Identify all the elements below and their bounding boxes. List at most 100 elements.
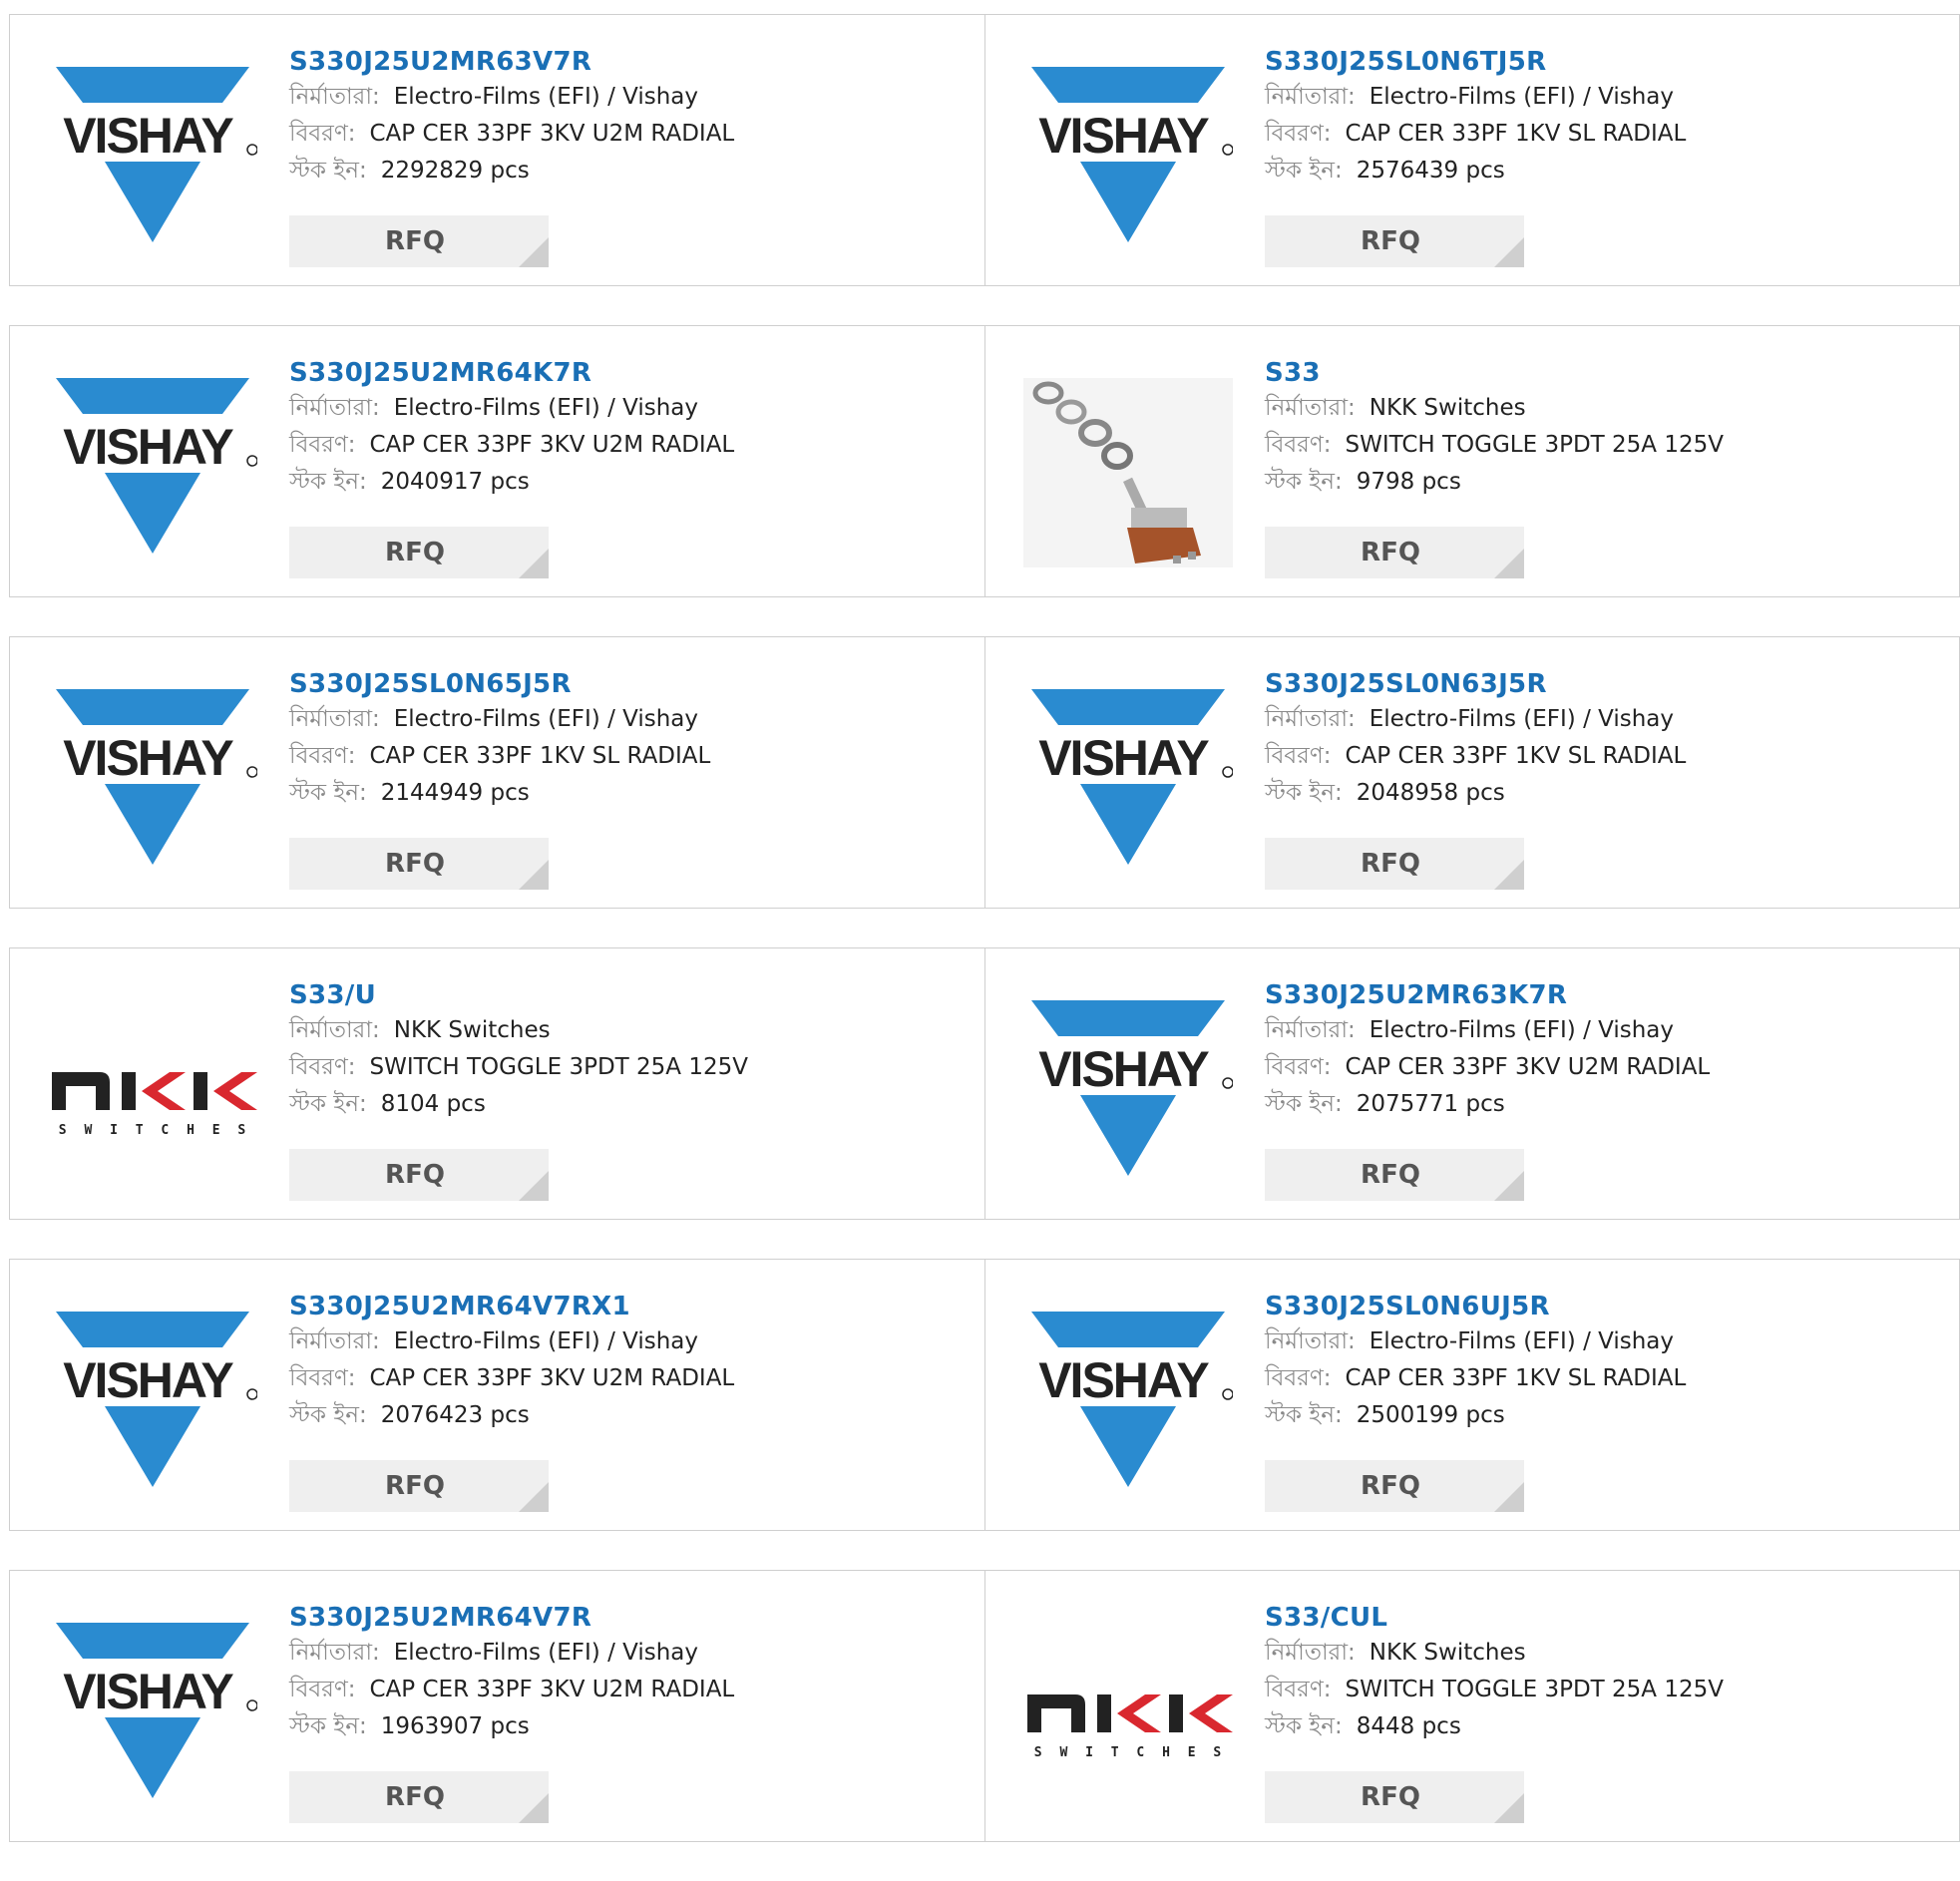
vishay-logo-icon: VISHAY	[56, 67, 257, 242]
manufacturer-value: NKK Switches	[1369, 1640, 1526, 1666]
toggle-switch-photo-icon	[1023, 378, 1233, 567]
product-card: S W I T C H E S S33/U নির্মাতারা: NKK Swi…	[9, 947, 985, 1220]
product-row: VISHAY S330J25U2MR64V7R নির্মাতারা: Elect…	[9, 1570, 1960, 1844]
manufacturer-value: Electro-Films (EFI) / Vishay	[393, 1328, 699, 1354]
part-number-link[interactable]: S330J25U2MR63K7R	[1265, 978, 1903, 1012]
description-row: বিবরণ: CAP CER 33PF 3KV U2M RADIAL	[289, 427, 928, 464]
description-value: CAP CER 33PF 1KV SL RADIAL	[1345, 1365, 1687, 1391]
rfq-button[interactable]: RFQ	[289, 215, 549, 267]
rfq-button[interactable]: RFQ	[289, 1460, 549, 1512]
manufacturer-value: Electro-Films (EFI) / Vishay	[393, 1640, 699, 1666]
product-info: S33/U নির্মাতারা: NKK Switches বিবরণ: SWIT…	[289, 978, 928, 1123]
nkk-logo-icon: S W I T C H E S	[52, 1072, 257, 1138]
part-number-link[interactable]: S330J25SL0N6TJ5R	[1265, 45, 1903, 79]
part-number-link[interactable]: S330J25U2MR64V7RX1	[289, 1290, 928, 1323]
stock-row: স্টক ইন: 2075771 pcs	[1265, 1086, 1903, 1123]
part-number-link[interactable]: S330J25SL0N63J5R	[1265, 667, 1903, 701]
product-info: S330J25U2MR64V7R নির্মাতারা: Electro-Film…	[289, 1601, 928, 1745]
part-number-link[interactable]: S330J25U2MR64V7R	[289, 1601, 928, 1635]
product-info: S330J25SL0N6UJ5R নির্মাতারা: Electro-Film…	[1265, 1290, 1903, 1434]
product-image-link[interactable]: VISHAY	[1023, 1000, 1233, 1190]
product-image-link[interactable]: VISHAY	[48, 67, 257, 256]
product-card: VISHAY S330J25U2MR64V7RX1 নির্মাতারা: Ele…	[9, 1259, 985, 1531]
description-value: CAP CER 33PF 1KV SL RADIAL	[1345, 121, 1687, 147]
description-label: বিবরণ:	[1265, 1677, 1332, 1702]
rfq-button[interactable]: RFQ	[1265, 527, 1524, 578]
svg-text:VISHAY: VISHAY	[63, 730, 233, 786]
rfq-corner-decoration	[519, 1171, 549, 1201]
rfq-corner-decoration	[519, 237, 549, 267]
manufacturer-value: Electro-Films (EFI) / Vishay	[393, 395, 699, 421]
manufacturer-value: NKK Switches	[393, 1017, 551, 1043]
product-image-link[interactable]: VISHAY	[48, 1312, 257, 1501]
rfq-button-label: RFQ	[385, 1471, 445, 1501]
rfq-button-label: RFQ	[1361, 1471, 1420, 1501]
stock-label: স্টক ইন:	[1265, 1402, 1343, 1428]
svg-text:VISHAY: VISHAY	[1038, 1352, 1209, 1408]
product-image-link[interactable]: VISHAY	[48, 689, 257, 879]
stock-label: স্টক ইন:	[1265, 1091, 1343, 1117]
rfq-button[interactable]: RFQ	[1265, 1771, 1524, 1823]
manufacturer-row: নির্মাতারা: Electro-Films (EFI) / Vishay	[1265, 79, 1903, 116]
stock-value: 2040917 pcs	[380, 469, 530, 495]
product-info: S330J25U2MR64V7RX1 নির্মাতারা: Electro-Fi…	[289, 1290, 928, 1434]
rfq-button[interactable]: RFQ	[289, 1149, 549, 1201]
svg-text:S W I T C H E S: S W I T C H E S	[1034, 1745, 1226, 1760]
product-image-link[interactable]: VISHAY	[1023, 67, 1233, 256]
manufacturer-label: নির্মাতারা:	[289, 706, 380, 732]
product-image-link[interactable]: VISHAY	[1023, 689, 1233, 879]
product-image-link[interactable]: S W I T C H E S	[1023, 1623, 1233, 1812]
description-label: বিবরণ:	[289, 432, 356, 458]
stock-row: স্টক ইন: 2144949 pcs	[289, 775, 928, 812]
product-info: S330J25SL0N65J5R নির্মাতারা: Electro-Film…	[289, 667, 928, 812]
svg-text:VISHAY: VISHAY	[63, 419, 233, 475]
description-value: CAP CER 33PF 3KV U2M RADIAL	[369, 1677, 735, 1702]
product-card: S W I T C H E S S33/CUL নির্মাতারা: NKK S…	[984, 1570, 1960, 1842]
part-number-link[interactable]: S330J25U2MR63V7R	[289, 45, 928, 79]
product-image-link[interactable]: VISHAY	[1023, 1312, 1233, 1501]
product-card: VISHAY S330J25U2MR63K7R নির্মাতারা: Elect…	[984, 947, 1960, 1220]
description-row: বিবরণ: CAP CER 33PF 1KV SL RADIAL	[289, 738, 928, 775]
description-value: CAP CER 33PF 3KV U2M RADIAL	[369, 121, 735, 147]
vishay-logo-icon: VISHAY	[1031, 1000, 1233, 1176]
manufacturer-row: নির্মাতারা: Electro-Films (EFI) / Vishay	[289, 1323, 928, 1360]
rfq-button[interactable]: RFQ	[289, 527, 549, 578]
rfq-corner-decoration	[1494, 1793, 1524, 1823]
description-row: বিবরণ: CAP CER 33PF 1KV SL RADIAL	[1265, 1360, 1903, 1397]
product-image-link[interactable]	[1023, 378, 1233, 567]
rfq-button[interactable]: RFQ	[289, 838, 549, 890]
svg-text:VISHAY: VISHAY	[63, 108, 233, 164]
description-label: বিবরণ:	[1265, 432, 1332, 458]
rfq-button-label: RFQ	[385, 538, 445, 567]
stock-label: স্টক ইন:	[289, 469, 367, 495]
part-number-link[interactable]: S33/CUL	[1265, 1601, 1903, 1635]
manufacturer-label: নির্মাতারা:	[289, 395, 380, 421]
rfq-button-label: RFQ	[385, 1160, 445, 1190]
rfq-button-label: RFQ	[1361, 538, 1420, 567]
part-number-link[interactable]: S33/U	[289, 978, 928, 1012]
part-number-link[interactable]: S330J25U2MR64K7R	[289, 356, 928, 390]
stock-value: 2144949 pcs	[380, 780, 530, 806]
rfq-button[interactable]: RFQ	[1265, 215, 1524, 267]
description-value: CAP CER 33PF 3KV U2M RADIAL	[369, 432, 735, 458]
vishay-logo-icon: VISHAY	[1031, 1312, 1233, 1487]
description-row: বিবরণ: SWITCH TOGGLE 3PDT 25A 125V	[1265, 1672, 1903, 1708]
product-image-link[interactable]: VISHAY	[48, 1623, 257, 1812]
description-value: SWITCH TOGGLE 3PDT 25A 125V	[1345, 1677, 1724, 1702]
rfq-button[interactable]: RFQ	[1265, 838, 1524, 890]
manufacturer-label: নির্মাতারা:	[1265, 395, 1356, 421]
product-image-link[interactable]: VISHAY	[48, 378, 257, 567]
product-info: S330J25U2MR63V7R নির্মাতারা: Electro-Film…	[289, 45, 928, 189]
product-card: S33 নির্মাতারা: NKK Switches বিবরণ: SWITCH…	[984, 325, 1960, 597]
manufacturer-row: নির্মাতারা: Electro-Films (EFI) / Vishay	[289, 390, 928, 427]
rfq-button[interactable]: RFQ	[289, 1771, 549, 1823]
rfq-button[interactable]: RFQ	[1265, 1460, 1524, 1512]
part-number-link[interactable]: S33	[1265, 356, 1903, 390]
part-number-link[interactable]: S330J25SL0N6UJ5R	[1265, 1290, 1903, 1323]
description-value: CAP CER 33PF 3KV U2M RADIAL	[1345, 1054, 1711, 1080]
rfq-button[interactable]: RFQ	[1265, 1149, 1524, 1201]
product-card: VISHAY S330J25SL0N6UJ5R নির্মাতারা: Elect…	[984, 1259, 1960, 1531]
product-image-link[interactable]: S W I T C H E S	[48, 1000, 257, 1190]
description-label: বিবরণ:	[1265, 1054, 1332, 1080]
part-number-link[interactable]: S330J25SL0N65J5R	[289, 667, 928, 701]
